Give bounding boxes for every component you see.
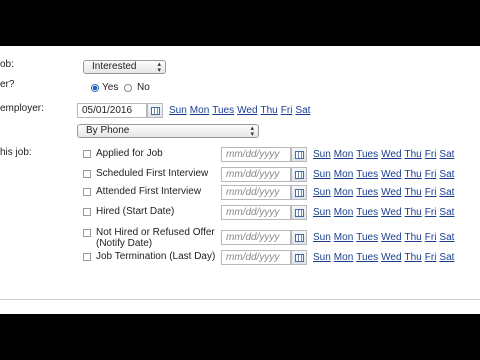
weekday-links: Sun Mon Tues Wed Thu Fri Sat xyxy=(313,169,457,180)
calendar-icon[interactable] xyxy=(147,103,163,118)
milestone-label: Not Hired or Refused Offer xyxy=(96,227,215,238)
milestone-date-input[interactable]: mm/dd/yyyy xyxy=(221,147,291,162)
contact-date-sat-link[interactable]: Sat xyxy=(295,105,310,116)
milestone-3-fri-link[interactable]: Fri xyxy=(425,207,437,218)
milestone-label: Attended First Interview xyxy=(96,186,202,197)
calendar-icon[interactable] xyxy=(291,167,307,182)
milestone-0-thu-link[interactable]: Thu xyxy=(405,149,422,160)
milestone-2-mon-link[interactable]: Mon xyxy=(334,187,353,198)
milestone-5-tues-link[interactable]: Tues xyxy=(356,252,378,263)
contact-date-sun-link[interactable]: Sun xyxy=(169,105,187,116)
contact-date-fri-link[interactable]: Fri xyxy=(281,105,293,116)
no-radio-label: No xyxy=(137,82,150,93)
status-select-value: Interested xyxy=(92,61,137,72)
milestone-checkbox[interactable] xyxy=(83,253,91,261)
weekday-links: Sun Mon Tues Wed Thu Fri Sat xyxy=(313,232,457,243)
status-label: ob: xyxy=(0,59,14,70)
milestone-4-wed-link[interactable]: Wed xyxy=(381,232,401,243)
milestone-4-mon-link[interactable]: Mon xyxy=(334,232,353,243)
milestone-3-wed-link[interactable]: Wed xyxy=(381,207,401,218)
milestone-5-wed-link[interactable]: Wed xyxy=(381,252,401,263)
milestone-date-input[interactable]: mm/dd/yyyy xyxy=(221,185,291,200)
contact-method-value: By Phone xyxy=(86,125,130,136)
contact-date-mon-link[interactable]: Mon xyxy=(190,105,209,116)
milestone-1-fri-link[interactable]: Fri xyxy=(425,169,437,180)
milestone-checkbox[interactable] xyxy=(83,170,91,178)
milestone-1-sat-link[interactable]: Sat xyxy=(439,169,454,180)
weekday-links: Sun Mon Tues Wed Thu Fri Sat xyxy=(169,105,313,116)
milestone-0-wed-link[interactable]: Wed xyxy=(381,149,401,160)
milestone-1-sun-link[interactable]: Sun xyxy=(313,169,331,180)
milestone-label: Hired (Start Date) xyxy=(96,206,175,217)
milestone-2-tues-link[interactable]: Tues xyxy=(356,187,378,198)
contact-date-tues-link[interactable]: Tues xyxy=(212,105,234,116)
updown-arrow-icon: ▴ ▾ xyxy=(250,125,254,138)
calendar-icon[interactable] xyxy=(291,230,307,245)
milestone-0-mon-link[interactable]: Mon xyxy=(334,149,353,160)
milestone-1-thu-link[interactable]: Thu xyxy=(405,169,422,180)
yes-radio[interactable] xyxy=(91,84,99,92)
milestone-0-fri-link[interactable]: Fri xyxy=(425,149,437,160)
contact-date-wed-link[interactable]: Wed xyxy=(237,105,257,116)
milestone-2-sun-link[interactable]: Sun xyxy=(313,187,331,198)
milestone-checkbox[interactable] xyxy=(83,188,91,196)
milestone-5-thu-link[interactable]: Thu xyxy=(405,252,422,263)
milestone-0-sat-link[interactable]: Sat xyxy=(439,149,454,160)
milestone-1-wed-link[interactable]: Wed xyxy=(381,169,401,180)
milestone-label-line2: (Notify Date) xyxy=(96,238,153,249)
milestone-4-thu-link[interactable]: Thu xyxy=(405,232,422,243)
milestone-0-sun-link[interactable]: Sun xyxy=(313,149,331,160)
weekday-links: Sun Mon Tues Wed Thu Fri Sat xyxy=(313,207,457,218)
milestone-checkbox[interactable] xyxy=(83,150,91,158)
milestone-2-wed-link[interactable]: Wed xyxy=(381,187,401,198)
milestone-2-thu-link[interactable]: Thu xyxy=(405,187,422,198)
calendar-icon[interactable] xyxy=(291,205,307,220)
calendar-icon[interactable] xyxy=(291,147,307,162)
milestone-0-tues-link[interactable]: Tues xyxy=(356,149,378,160)
milestone-2-fri-link[interactable]: Fri xyxy=(425,187,437,198)
milestone-date-input[interactable]: mm/dd/yyyy xyxy=(221,205,291,220)
weekday-links: Sun Mon Tues Wed Thu Fri Sat xyxy=(313,149,457,160)
milestone-4-sat-link[interactable]: Sat xyxy=(439,232,454,243)
milestone-3-mon-link[interactable]: Mon xyxy=(334,207,353,218)
weekday-links: Sun Mon Tues Wed Thu Fri Sat xyxy=(313,252,457,263)
updown-arrow-icon: ▴ ▾ xyxy=(157,61,161,74)
milestone-label: Job Termination (Last Day) xyxy=(96,251,216,262)
this-job-label: his job: xyxy=(0,147,32,158)
milestone-5-mon-link[interactable]: Mon xyxy=(334,252,353,263)
milestone-date-input[interactable]: mm/dd/yyyy xyxy=(221,167,291,182)
milestone-5-fri-link[interactable]: Fri xyxy=(425,252,437,263)
contact-method-select[interactable]: By Phone ▴ ▾ xyxy=(77,124,259,138)
milestone-label: Scheduled First Interview xyxy=(96,168,209,179)
milestone-3-sat-link[interactable]: Sat xyxy=(439,207,454,218)
milestone-5-sat-link[interactable]: Sat xyxy=(439,252,454,263)
calendar-icon[interactable] xyxy=(291,185,307,200)
job-tracking-form: ob: Interested ▴ ▾ er? Yes No employer: 0… xyxy=(0,46,480,314)
milestone-3-sun-link[interactable]: Sun xyxy=(313,207,331,218)
contacted-label: er? xyxy=(0,79,15,90)
milestone-date-input[interactable]: mm/dd/yyyy xyxy=(221,250,291,265)
milestone-3-tues-link[interactable]: Tues xyxy=(356,207,378,218)
no-radio[interactable] xyxy=(124,84,132,92)
status-select[interactable]: Interested ▴ ▾ xyxy=(83,60,166,74)
milestone-checkbox[interactable] xyxy=(83,208,91,216)
milestone-4-sun-link[interactable]: Sun xyxy=(313,232,331,243)
calendar-icon[interactable] xyxy=(291,250,307,265)
milestone-4-tues-link[interactable]: Tues xyxy=(356,232,378,243)
section-divider xyxy=(0,299,480,300)
yes-radio-label: Yes xyxy=(102,82,119,93)
contact-date-thu-link[interactable]: Thu xyxy=(261,105,278,116)
milestone-3-thu-link[interactable]: Thu xyxy=(405,207,422,218)
contact-date-label: employer: xyxy=(0,103,44,114)
milestone-1-tues-link[interactable]: Tues xyxy=(356,169,378,180)
milestone-label: Applied for Job xyxy=(96,148,163,159)
milestone-date-input[interactable]: mm/dd/yyyy xyxy=(221,230,291,245)
milestone-5-sun-link[interactable]: Sun xyxy=(313,252,331,263)
contact-date-input[interactable]: 05/01/2016 xyxy=(77,103,147,118)
milestone-4-fri-link[interactable]: Fri xyxy=(425,232,437,243)
milestone-1-mon-link[interactable]: Mon xyxy=(334,169,353,180)
milestone-checkbox[interactable] xyxy=(83,229,91,237)
milestone-2-sat-link[interactable]: Sat xyxy=(439,187,454,198)
weekday-links: Sun Mon Tues Wed Thu Fri Sat xyxy=(313,187,457,198)
